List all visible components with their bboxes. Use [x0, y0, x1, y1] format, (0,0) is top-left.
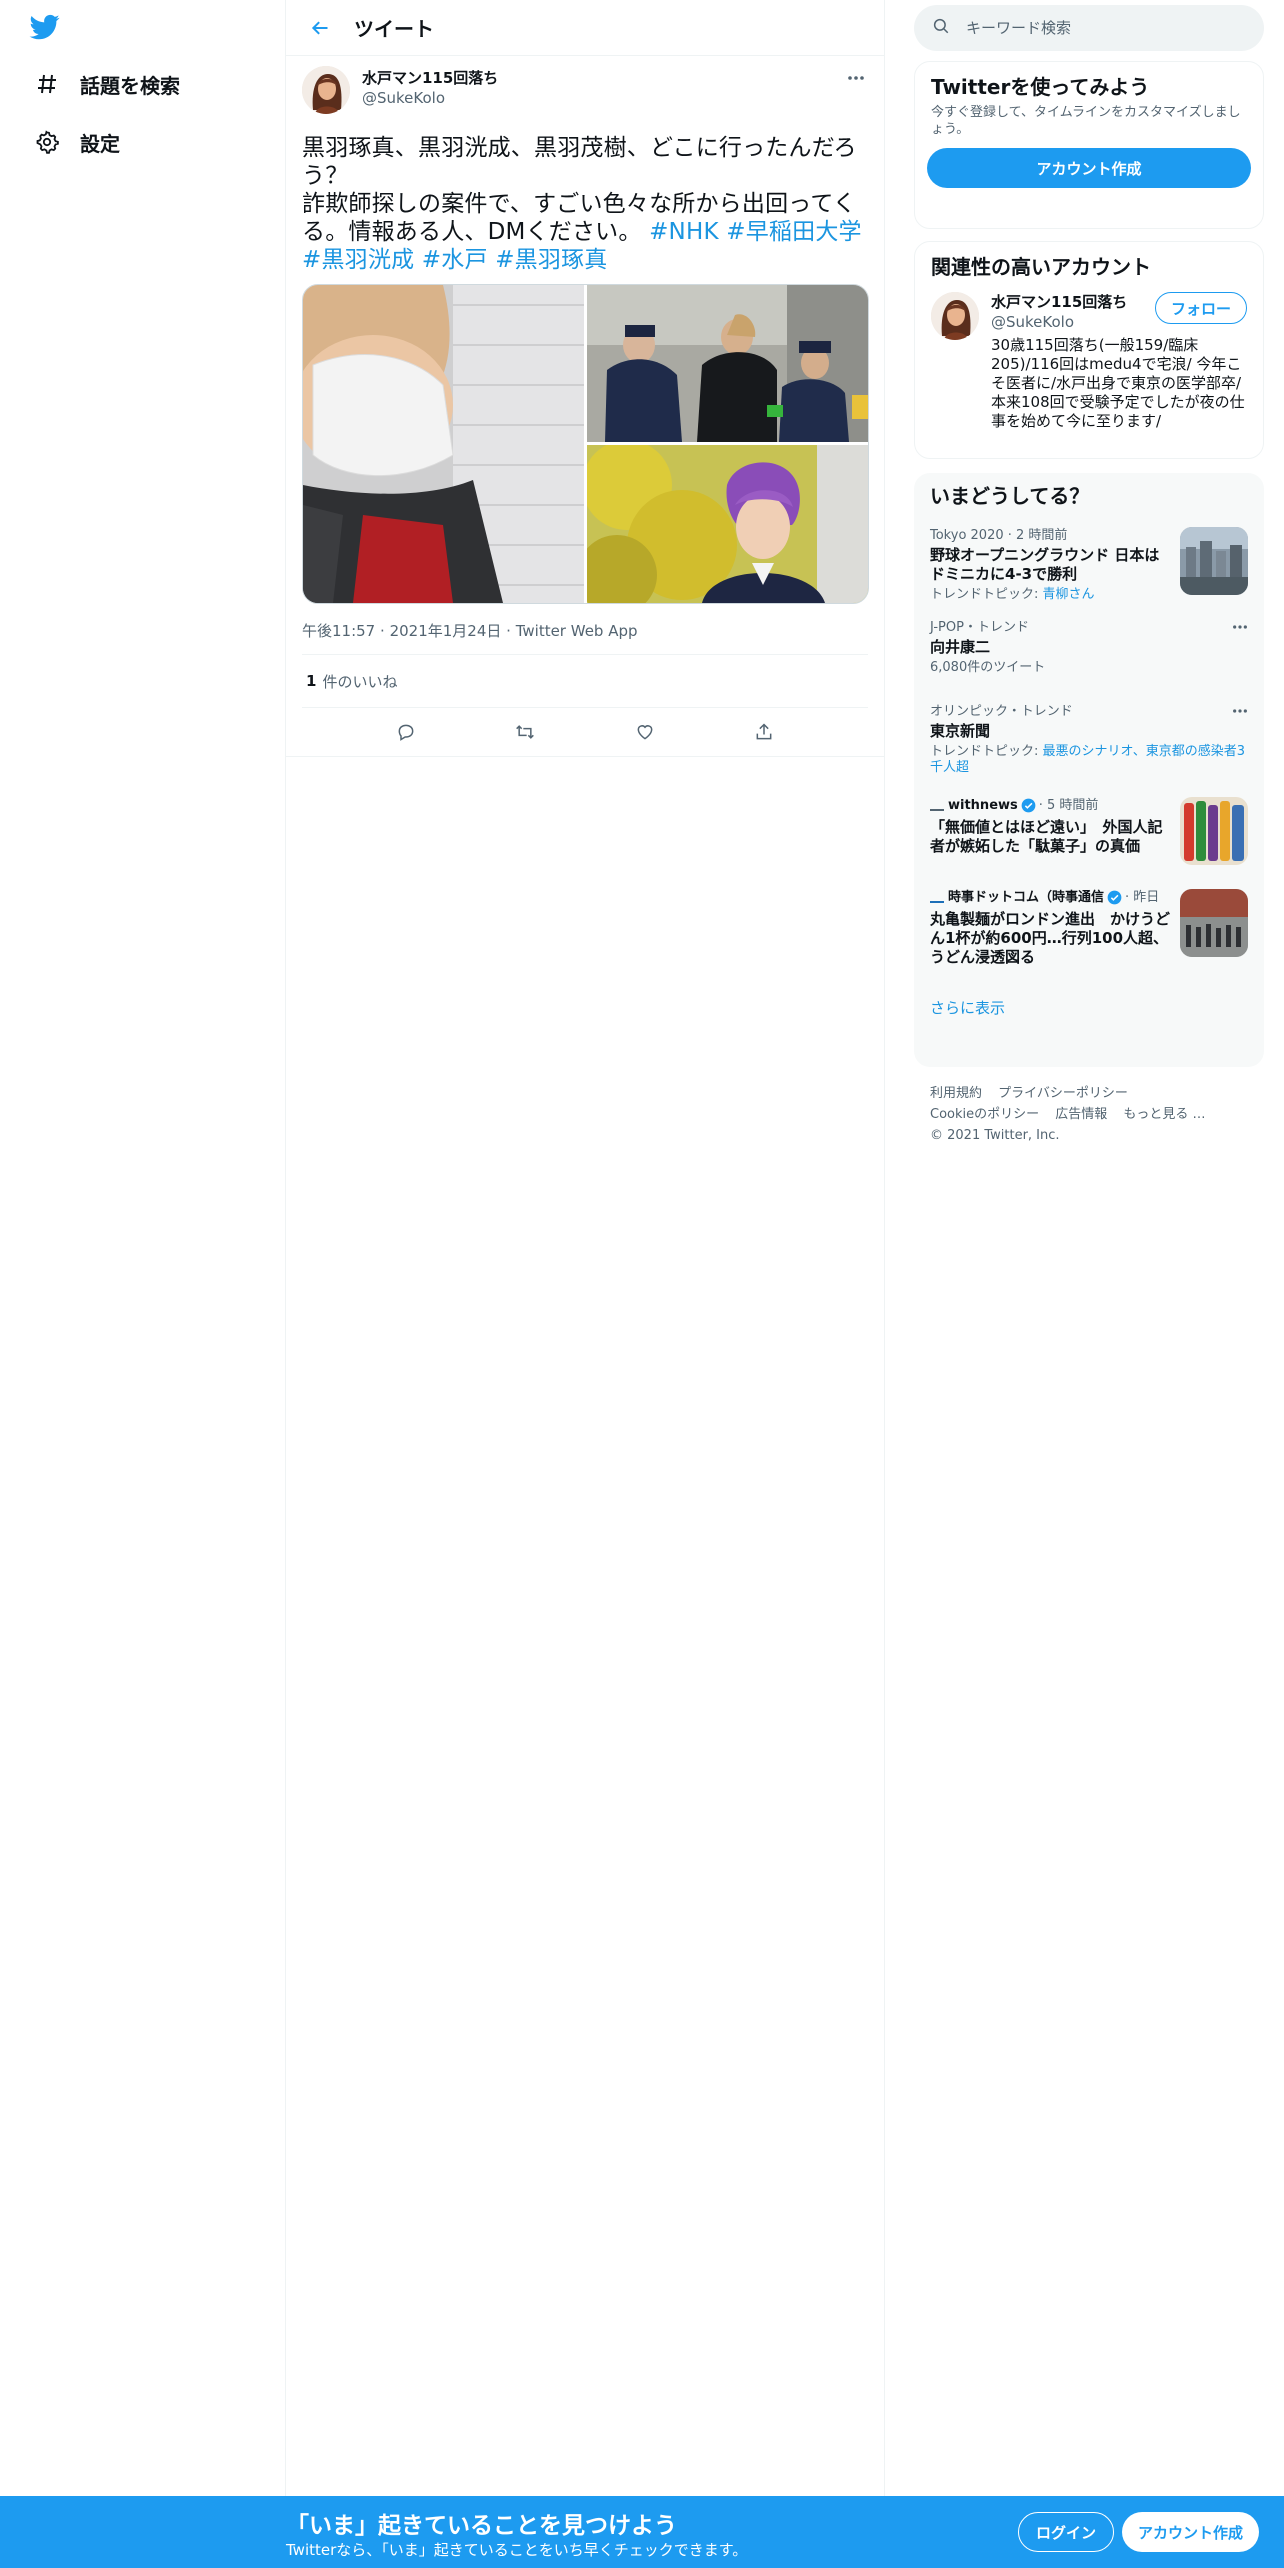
trend-thumbnail — [1180, 797, 1248, 865]
footer-cookie[interactable]: Cookieのポリシー — [930, 1107, 1039, 1122]
verified-icon — [1107, 890, 1122, 905]
twitter-bird-icon[interactable] — [28, 12, 66, 46]
tweet-time[interactable]: 午後11:57 — [302, 622, 375, 640]
hashtag-link[interactable]: #NHK — [649, 219, 719, 245]
related-bio: 30歳115回落ち(一般159/臨床205)/116回はmedu4で宅浪/ 今年… — [991, 336, 1245, 430]
trend-sub: トレンドトピック: 最悪のシナリオ、東京都の感染者3千人超 — [930, 744, 1246, 775]
meta-separator: · — [506, 622, 516, 640]
tweet-stats: 1 件のいいね — [302, 654, 868, 708]
left-navigation: 話題を検索 設定 — [0, 0, 286, 2568]
trend-title: 向井康二 — [930, 638, 991, 656]
tweet-text-line1: 黒羽琢真、黒羽洸成、黒羽茂樹、どこに行ったんだろう？ — [302, 135, 857, 189]
related-handle[interactable]: @SukeKolo — [991, 312, 1127, 332]
hashtag-link[interactable]: #黒羽洸成 — [302, 247, 414, 273]
main-header: ツイート — [286, 0, 884, 56]
create-account-button[interactable]: アカウント作成 — [927, 148, 1251, 188]
tweet-actions — [286, 708, 884, 757]
search-input[interactable] — [966, 19, 1246, 37]
like-icon[interactable] — [627, 714, 663, 750]
tweet-text: 黒羽琢真、黒羽洸成、黒羽茂樹、どこに行ったんだろう？ 詐欺師探しの案件で、すごい… — [302, 134, 868, 274]
likes-label[interactable]: 件のいいね — [322, 671, 397, 692]
reply-icon[interactable] — [388, 714, 424, 750]
news-source-icon — [930, 801, 944, 811]
more-icon[interactable] — [1232, 703, 1248, 723]
share-icon[interactable] — [746, 714, 782, 750]
likes-count[interactable]: 1 — [306, 672, 316, 690]
tweet-date[interactable]: 2021年1月24日 — [390, 622, 502, 640]
avatar[interactable] — [931, 292, 979, 340]
bottom-bar-subtitle: Twitterなら、「いま」起きていることをいち早くチェックできます。 — [286, 2541, 748, 2559]
retweet-icon[interactable] — [507, 714, 543, 750]
search-box[interactable] — [914, 5, 1264, 51]
tweet-header: 水戸マン115回落ち @SukeKolo — [302, 66, 868, 122]
login-button[interactable]: ログイン — [1018, 2512, 1115, 2552]
footer-more[interactable]: もっと見る … — [1123, 1107, 1205, 1122]
trend-category: J-POP・トレンド — [930, 620, 1029, 635]
related-title: 関連性の高いアカウント — [931, 255, 1151, 279]
nav-explore-label: 話題を検索 — [80, 73, 180, 98]
trend-sub: 6,080件のツイート — [930, 660, 1046, 675]
tweet-photo[interactable] — [587, 445, 868, 603]
signup-button[interactable]: アカウント作成 — [1122, 2512, 1260, 2552]
news-source-icon — [930, 893, 944, 903]
page-title: ツイート — [354, 17, 434, 41]
footer-copyright: © 2021 Twitter, Inc. — [930, 1128, 1060, 1143]
trends-title: いまどうしてる？ — [930, 484, 1090, 508]
trend-category: オリンピック・トレンド — [930, 704, 1073, 719]
trends-card: いまどうしてる？ Tokyo 2020 · 2 時間前 野球オープニングラウンド… — [914, 473, 1264, 1067]
search-icon — [932, 17, 950, 39]
tweet: 水戸マン115回落ち @SukeKolo 黒羽琢真、黒羽洸成、黒羽茂樹、どこに行… — [286, 56, 884, 757]
trend-title: 「無価値とはほど遠い」 外国人記者が嫉妬した「駄菓子」の真価 — [930, 818, 1163, 855]
trend-thumbnail — [1180, 527, 1248, 595]
author-handle[interactable]: @SukeKolo — [362, 88, 498, 108]
trend-item[interactable]: J-POP・トレンド 向井康二 6,080件のツイート — [914, 619, 1264, 703]
meta-separator: · — [380, 622, 390, 640]
footer-links: 利用規約 プライバシーポリシー Cookieのポリシー 広告情報 もっと見る …… — [914, 1083, 1264, 1146]
trend-topic-link[interactable]: 青柳さん — [1043, 587, 1095, 602]
trend-item[interactable]: withnews · 5 時間前 「無価値とはほど遠い」 外国人記者が嫉妬した「… — [914, 797, 1264, 889]
trend-title: 東京新聞 — [930, 722, 991, 740]
related-accounts-card: 関連性の高いアカウント 水戸マン115回落ち @SukeKolo フォロー 30… — [914, 241, 1264, 459]
follow-button[interactable]: フォロー — [1154, 292, 1247, 324]
signup-title: Twitterを使ってみよう — [931, 75, 1150, 99]
hashtag-link[interactable]: #黒羽琢真 — [495, 247, 607, 273]
signup-subtitle: 今すぐ登録して、タイムラインをカスタマイズしましょう。 — [931, 105, 1241, 137]
tweet-meta: 午後11:57 · 2021年1月24日 · Twitter Web App — [302, 620, 868, 640]
hashtag-link[interactable]: #早稲田大学 — [726, 219, 861, 245]
hashtag-link[interactable]: #水戸 — [422, 247, 488, 273]
footer-ads[interactable]: 広告情報 — [1055, 1107, 1107, 1122]
trend-item[interactable]: 時事ドットコム（時事通信 · 昨日 丸亀製麺がロンドン進出 かけうどん1杯が約6… — [914, 889, 1264, 993]
main-column: ツイート 水戸マン115回落ち @SukeKolo 黒羽琢真、黒羽洸成、黒羽茂樹… — [286, 0, 885, 2568]
gear-icon — [34, 129, 60, 155]
avatar[interactable] — [302, 66, 350, 114]
trend-title: 丸亀製麺がロンドン進出 かけうどん1杯が約600円…行列100人超、うどん浸透図… — [930, 910, 1171, 966]
more-icon[interactable] — [1232, 619, 1248, 639]
nav-explore[interactable]: 話題を検索 — [34, 64, 180, 104]
trend-item[interactable]: オリンピック・トレンド 東京新聞 トレンドトピック: 最悪のシナリオ、東京都の感… — [914, 703, 1264, 797]
tweet-client[interactable]: Twitter Web App — [516, 622, 638, 640]
footer-terms[interactable]: 利用規約 — [930, 1086, 982, 1101]
back-arrow-icon[interactable] — [302, 10, 338, 46]
related-name[interactable]: 水戸マン115回落ち — [991, 292, 1127, 312]
nav-settings-label: 設定 — [80, 131, 120, 156]
signup-card: Twitterを使ってみよう 今すぐ登録して、タイムラインをカスタマイズしましょ… — [914, 61, 1264, 229]
bottom-bar-title: 「いま」起きていることを見つけよう — [286, 2513, 677, 2539]
nav-settings[interactable]: 設定 — [34, 122, 120, 162]
more-icon[interactable] — [844, 66, 868, 90]
footer-privacy[interactable]: プライバシーポリシー — [998, 1086, 1128, 1101]
trend-item[interactable]: Tokyo 2020 · 2 時間前 野球オープニングラウンド 日本はドミニカに… — [914, 527, 1264, 619]
tweet-photo[interactable] — [303, 285, 584, 603]
right-sidebar: Twitterを使ってみよう 今すぐ登録して、タイムラインをカスタマイズしましょ… — [914, 0, 1264, 1146]
hashtag-icon — [34, 71, 60, 97]
tweet-photo[interactable] — [587, 285, 868, 442]
author-name[interactable]: 水戸マン115回落ち — [362, 68, 498, 88]
verified-icon — [1021, 798, 1036, 813]
tweet-media-grid — [302, 284, 869, 604]
trend-title: 野球オープニングラウンド 日本はドミニカに4-3で勝利 — [930, 546, 1160, 583]
bottom-signup-bar: 「いま」起きていることを見つけよう Twitterなら、「いま」起きていることを… — [0, 2496, 1284, 2568]
trend-thumbnail — [1180, 889, 1248, 957]
show-more-link[interactable]: さらに表示 — [914, 997, 1264, 1018]
